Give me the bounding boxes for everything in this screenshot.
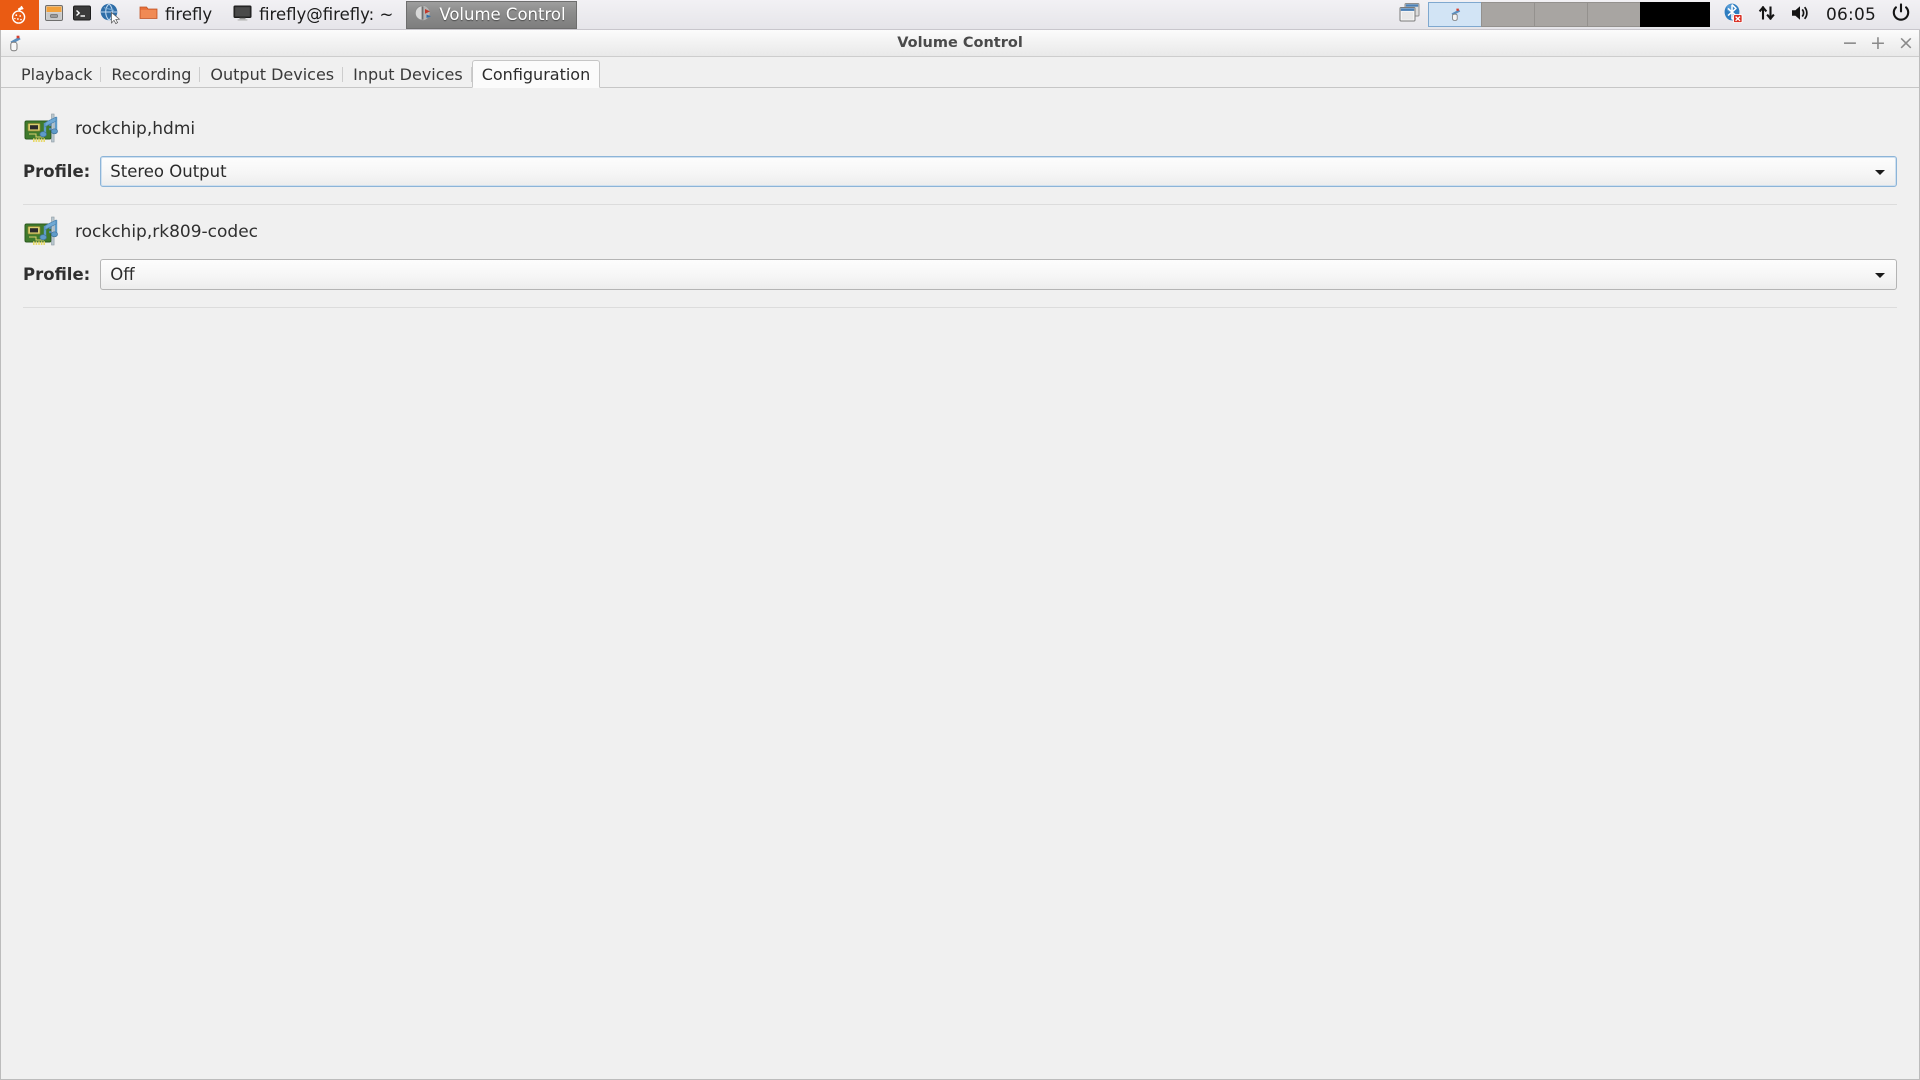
terminal-window-icon: [232, 2, 253, 27]
show-desktop-button[interactable]: [1391, 0, 1429, 30]
task-button-list: firefly firefly@firefly: ~ Volume Contro…: [131, 0, 577, 30]
task-button-firefly[interactable]: firefly: [131, 1, 223, 29]
task-button-label: firefly@firefly: ~: [259, 5, 394, 24]
workspace-3[interactable]: [1534, 2, 1588, 27]
sound-card-icon: [23, 212, 65, 252]
card-name: rockchip,hdmi: [75, 119, 196, 139]
card-section-hdmi: rockchip,hdmi Profile: Stereo Output: [23, 102, 1897, 187]
clock[interactable]: 06:05: [1818, 5, 1886, 25]
section-divider: [23, 307, 1897, 308]
web-browser-launcher[interactable]: [98, 1, 122, 29]
task-button-terminal[interactable]: firefly@firefly: ~: [225, 1, 404, 29]
card-section-rk809-codec: rockchip,rk809-codec Profile: Off: [23, 205, 1897, 290]
task-button-label: Volume Control: [439, 5, 566, 24]
profile-value: Off: [110, 265, 135, 284]
terminal-icon: [71, 2, 93, 28]
file-manager-launcher[interactable]: [42, 3, 66, 27]
volume-tray-button[interactable]: [1784, 0, 1818, 30]
card-name: rockchip,rk809-codec: [75, 222, 259, 242]
configuration-panel: rockchip,hdmi Profile: Stereo Output roc…: [1, 88, 1919, 1079]
power-icon: [1890, 2, 1912, 28]
profile-row: Profile: Stereo Output: [23, 156, 1897, 187]
profile-combobox-rk809-codec[interactable]: Off: [100, 259, 1897, 290]
tab-label: Output Devices: [210, 65, 335, 84]
profile-combobox-hdmi[interactable]: Stereo Output: [100, 156, 1897, 187]
volume-control-window: Volume Control − + × Playback Recording …: [0, 30, 1920, 1080]
file-manager-icon: [43, 2, 65, 28]
windows-stack-icon: [1397, 1, 1423, 29]
profile-row: Profile: Off: [23, 259, 1897, 290]
volume-control-mini-icon: [1451, 8, 1460, 21]
folder-icon: [138, 2, 159, 27]
workspace-1[interactable]: [1428, 2, 1482, 27]
card-header: rockchip,hdmi: [23, 106, 1897, 152]
profile-label: Profile:: [23, 265, 91, 284]
bluetooth-disabled-icon: [1721, 1, 1745, 29]
web-browser-icon: [98, 1, 122, 29]
tab-label: Playback: [21, 65, 93, 84]
network-tray-button[interactable]: [1750, 0, 1784, 30]
tab-output-devices[interactable]: Output Devices: [200, 61, 345, 88]
task-button-label: firefly: [165, 5, 213, 24]
sound-card-icon: [23, 109, 65, 149]
profile-value: Stereo Output: [110, 162, 227, 181]
tab-label: Configuration: [481, 64, 591, 84]
tab-input-devices[interactable]: Input Devices: [343, 61, 473, 88]
window-titlebar[interactable]: Volume Control − + ×: [1, 30, 1919, 57]
flask-icon: [9, 4, 31, 26]
terminal-launcher[interactable]: [70, 3, 94, 27]
workspace-4[interactable]: [1587, 2, 1641, 27]
tab-recording[interactable]: Recording: [101, 61, 202, 88]
window-title: Volume Control: [897, 35, 1023, 51]
bluetooth-tray-button[interactable]: [1716, 0, 1750, 30]
tab-configuration[interactable]: Configuration: [471, 60, 601, 88]
window-controls: − + ×: [1842, 33, 1914, 53]
card-header: rockchip,rk809-codec: [23, 209, 1897, 255]
quick-launch-bar: [39, 1, 125, 29]
volume-icon: [1789, 2, 1813, 28]
workspace-5[interactable]: [1640, 2, 1710, 27]
taskbar: firefly firefly@firefly: ~ Volume Contro…: [0, 0, 1920, 30]
network-updown-icon: [1756, 2, 1778, 28]
tab-playback[interactable]: Playback: [11, 61, 103, 88]
chevron-down-icon: [1875, 272, 1885, 278]
tab-bar: Playback Recording Output Devices Input …: [1, 57, 1919, 88]
tab-label: Input Devices: [353, 65, 463, 84]
minimize-button[interactable]: −: [1842, 33, 1858, 53]
application-menu-button[interactable]: [0, 0, 39, 30]
chevron-down-icon: [1875, 169, 1885, 175]
profile-label: Profile:: [23, 162, 91, 181]
system-tray: 06:05: [1716, 0, 1920, 30]
tab-label: Recording: [111, 65, 192, 84]
volume-control-icon: [9, 35, 21, 51]
window-icon: [4, 31, 28, 55]
workspace-pager[interactable]: [1428, 2, 1710, 28]
power-button[interactable]: [1886, 0, 1916, 30]
close-button[interactable]: ×: [1898, 33, 1914, 53]
workspace-2[interactable]: [1481, 2, 1535, 27]
maximize-button[interactable]: +: [1870, 33, 1886, 53]
task-button-volume-control[interactable]: Volume Control: [406, 0, 577, 29]
volume-control-icon: [413, 3, 433, 27]
